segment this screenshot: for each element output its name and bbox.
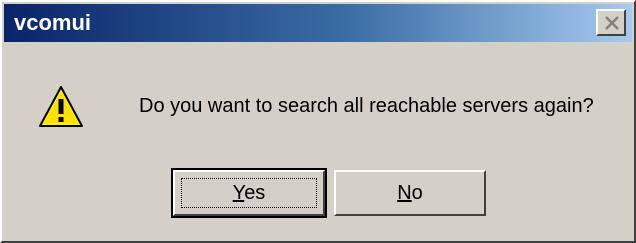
yes-button-label: Yes <box>232 182 266 204</box>
message-dialog: vcomui Do you want to search all reachab… <box>0 0 636 243</box>
no-button-label: No <box>397 182 423 204</box>
yes-button[interactable]: Yes <box>171 168 327 218</box>
no-button[interactable]: No <box>334 170 486 216</box>
title-bar[interactable]: vcomui <box>4 4 632 42</box>
window-title: vcomui <box>14 10 92 35</box>
close-icon <box>605 16 619 30</box>
warning-icon <box>38 84 84 130</box>
close-button[interactable] <box>596 9 626 36</box>
dialog-message: Do you want to search all reachable serv… <box>139 95 594 117</box>
